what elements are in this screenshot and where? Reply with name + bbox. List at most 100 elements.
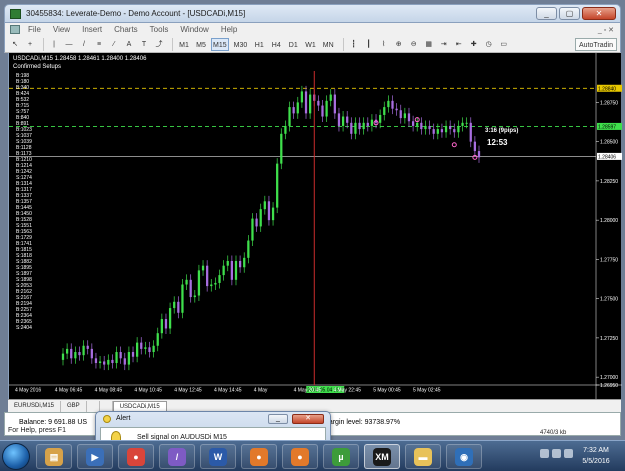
taskbar-app-chrome[interactable]: ● <box>118 444 154 469</box>
alert-close-button[interactable]: ✕ <box>292 414 324 424</box>
zoom-in-icon[interactable]: ⊕ <box>393 38 405 51</box>
menu-insert[interactable]: Insert <box>82 25 102 34</box>
chrome-icon: ● <box>127 447 145 466</box>
taskbar-app-media-center[interactable]: ◉ <box>446 444 482 469</box>
line-chart-icon[interactable]: ⌇ <box>378 38 390 51</box>
timeframe-h4[interactable]: H4 <box>269 38 283 51</box>
indicators-icon[interactable]: ✚ <box>468 38 480 51</box>
cursor-icon[interactable]: ↖ <box>9 38 21 51</box>
balance-text: Balance: 9 691.88 US <box>19 419 88 426</box>
taskbar-app-firefox[interactable]: ● <box>241 444 277 469</box>
taskbar-app-media-player[interactable]: ▶ <box>77 444 113 469</box>
autotrading-button[interactable]: AutoTradin <box>575 37 617 51</box>
alert-minimize-button[interactable]: _ <box>268 414 288 424</box>
close-button[interactable]: ✕ <box>582 7 616 20</box>
taskbar-app-folder[interactable]: ▬ <box>405 444 441 469</box>
candle-body <box>226 260 229 266</box>
candle-body <box>300 91 304 103</box>
tab-gbp[interactable]: GBP <box>61 400 87 412</box>
bar-chart-icon[interactable]: ┇ <box>348 38 360 51</box>
window-titlebar[interactable]: 30455834: Leverate-Demo - Demo Account -… <box>4 4 621 23</box>
zoom-out-icon[interactable]: ⊖ <box>408 38 420 51</box>
timeframe-m15[interactable]: M15 <box>211 37 229 51</box>
timeframe-h1[interactable]: H1 <box>252 38 266 51</box>
candle-body <box>82 345 85 356</box>
taskbar-app-word[interactable]: W <box>200 444 236 469</box>
channel-icon[interactable]: ≡ <box>93 38 105 51</box>
trendline-icon[interactable]: / <box>78 38 90 51</box>
child-window-controls[interactable]: _ ▫ ✕ <box>598 26 614 34</box>
candle-body <box>140 342 143 349</box>
taskbar-app-xm[interactable]: XM <box>364 444 400 469</box>
candle-body <box>201 265 205 271</box>
minimize-button[interactable]: _ <box>536 7 557 20</box>
candle-body <box>440 129 444 133</box>
candle-body <box>177 301 180 313</box>
templates-icon[interactable]: ▭ <box>498 38 510 51</box>
candle-body <box>457 125 460 133</box>
tab-hidden-2[interactable] <box>100 400 113 412</box>
candle-body <box>136 342 139 357</box>
timeframe-m5[interactable]: M5 <box>194 38 208 51</box>
taskbar-app-firefox-2[interactable]: ● <box>282 444 318 469</box>
margin-level-text: Margin level: 93738.97% <box>323 419 401 426</box>
candle-chart-icon[interactable]: ┃ <box>363 38 375 51</box>
candle-body <box>288 107 291 126</box>
tab-hidden-1[interactable] <box>87 400 100 412</box>
tile-windows-icon[interactable]: ▦ <box>423 38 435 51</box>
vertical-line-icon[interactable]: | <box>48 38 60 51</box>
clock[interactable]: 7:32 AM 5/5/2016 <box>574 445 618 467</box>
candle-body <box>354 122 357 134</box>
timeframe-mn[interactable]: MN <box>321 38 336 51</box>
crosshair-icon[interactable]: + <box>24 38 36 51</box>
candle-body <box>280 133 283 164</box>
fibonacci-icon[interactable]: ⁄ <box>108 38 120 51</box>
menu-tools[interactable]: Tools <box>150 25 169 34</box>
candle-body <box>98 361 102 364</box>
restore-button[interactable]: ▢ <box>559 7 580 20</box>
timeframe-d1[interactable]: D1 <box>286 38 300 51</box>
timeframe-w1[interactable]: W1 <box>303 38 318 51</box>
tab-eurusd[interactable]: EURUSDi,M15 <box>8 400 62 412</box>
candlestick-chart[interactable]: 1.28750 1.28500 1.28250 1.28000 1.27750 1.275… <box>9 53 622 399</box>
menu-charts[interactable]: Charts <box>114 25 138 34</box>
candle-body <box>420 122 423 130</box>
autoscroll-icon[interactable]: ⇥ <box>438 38 450 51</box>
tray-flag-icon[interactable] <box>564 449 573 458</box>
candle-body <box>337 113 341 126</box>
explorer-icon: ▤ <box>45 447 63 466</box>
candle-body <box>362 122 365 130</box>
periods-icon[interactable]: ◷ <box>483 38 495 51</box>
menu-view[interactable]: View <box>53 25 70 34</box>
menu-file[interactable]: File <box>28 25 41 34</box>
menu-window[interactable]: Window <box>180 25 208 34</box>
start-button[interactable] <box>2 443 30 470</box>
window-controls: _ ▢ ✕ <box>536 7 616 20</box>
tab-usdcad[interactable]: USDCADi,M15 <box>112 400 167 412</box>
candle-body <box>263 201 266 210</box>
candle-body <box>185 279 188 285</box>
label-icon[interactable]: T <box>138 38 150 51</box>
chart-symbol-header: USDCADi,M15 1.28458 1.28461 1.28400 1.28… <box>13 56 147 62</box>
time-tick-label: 5 May 02:45 <box>413 388 441 394</box>
chart-area[interactable]: 1.28750 1.28500 1.28250 1.28000 1.27750 1.275… <box>8 53 622 399</box>
arrow-shapes-icon[interactable]: ⤴ <box>153 38 165 51</box>
text-icon[interactable]: A <box>123 38 135 51</box>
taskbar-app-explorer[interactable]: ▤ <box>36 444 72 469</box>
chart-shift-icon[interactable]: ⇤ <box>453 38 465 51</box>
menu-help[interactable]: Help <box>221 25 237 34</box>
taskbar-app-utorrent[interactable]: µ <box>323 444 359 469</box>
tray-network-icon[interactable] <box>540 449 549 458</box>
firefox-icon: ● <box>250 447 268 466</box>
timeframe-m30[interactable]: M30 <box>232 38 250 51</box>
window-title: 30455834: Leverate-Demo - Demo Account -… <box>26 9 246 18</box>
candle-body <box>247 240 250 258</box>
candle-body <box>449 125 452 130</box>
candle-body <box>304 91 308 114</box>
tray-volume-icon[interactable] <box>552 449 561 458</box>
timeframe-m1[interactable]: M1 <box>177 38 191 51</box>
horizontal-line-icon[interactable]: — <box>63 38 75 51</box>
taskbar-app-feather[interactable]: / <box>159 444 195 469</box>
firefox-2-icon: ● <box>291 447 309 466</box>
signal-marker <box>451 142 457 148</box>
